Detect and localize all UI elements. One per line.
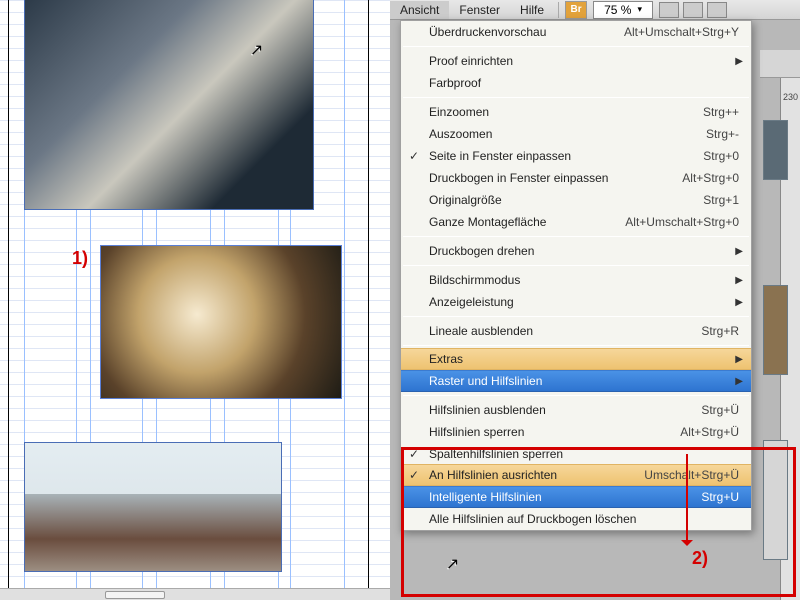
menu-item[interactable]: ÜberdruckenvorschauAlt+Umschalt+Strg+Y	[401, 21, 751, 43]
menu-bar: Ansicht Fenster Hilfe Br 75 %▾	[390, 0, 800, 20]
menu-item[interactable]: Proof einrichten▶	[401, 50, 751, 72]
submenu-arrow-icon: ▶	[735, 376, 743, 387]
view-mode-icon[interactable]	[659, 2, 679, 18]
zoom-field[interactable]: 75 %▾	[593, 1, 653, 19]
placed-image-3[interactable]	[24, 442, 282, 572]
tutorial-highlight-box	[401, 447, 796, 597]
menu-hilfe[interactable]: Hilfe	[510, 1, 554, 19]
menu-fenster[interactable]: Fenster	[449, 1, 510, 19]
menu-item[interactable]: Farbproof	[401, 72, 751, 94]
menu-item[interactable]: Druckbogen in Fenster einpassenAlt+Strg+…	[401, 167, 751, 189]
menu-separator	[558, 2, 559, 18]
menu-item[interactable]: EinzoomenStrg++	[401, 101, 751, 123]
bridge-button[interactable]: Br	[565, 1, 587, 19]
menu-item[interactable]: Ganze MontageflächeAlt+Umschalt+Strg+0	[401, 211, 751, 233]
annotation-1: 1)	[72, 248, 88, 269]
bg-image-thumb-2	[763, 285, 788, 375]
screen-mode-icon[interactable]	[683, 2, 703, 18]
submenu-arrow-icon: ▶	[735, 297, 743, 308]
menu-item[interactable]: Hilfslinien sperrenAlt+Strg+Ü	[401, 421, 751, 443]
menu-item[interactable]: Anzeigeleistung▶	[401, 291, 751, 313]
placed-image-1[interactable]	[24, 0, 314, 210]
bg-image-thumb-1	[763, 120, 788, 180]
annotation-2: 2)	[692, 548, 708, 569]
menu-item[interactable]: OriginalgrößeStrg+1	[401, 189, 751, 211]
menu-item[interactable]: Lineale ausblendenStrg+R	[401, 320, 751, 342]
menu-item[interactable]: Druckbogen drehen▶	[401, 240, 751, 262]
arrange-icon[interactable]	[707, 2, 727, 18]
submenu-arrow-icon: ▶	[735, 275, 743, 286]
control-panel	[760, 50, 800, 78]
submenu-arrow-icon: ▶	[735, 56, 743, 67]
horizontal-scrollbar[interactable]	[0, 588, 390, 600]
tutorial-arrow	[686, 454, 688, 544]
menu-item[interactable]: Seite in Fenster einpassenStrg+0	[401, 145, 751, 167]
submenu-arrow-icon: ▶	[735, 246, 743, 257]
menu-item[interactable]: Extras▶	[401, 348, 751, 370]
menu-ansicht[interactable]: Ansicht	[390, 1, 449, 19]
menu-item[interactable]: Raster und Hilfslinien▶	[401, 370, 751, 392]
placed-image-2[interactable]	[100, 245, 342, 399]
page-edge-right	[368, 0, 369, 600]
menu-item[interactable]: AuszoomenStrg+-	[401, 123, 751, 145]
page-edge-left	[8, 0, 9, 600]
menu-item[interactable]: Bildschirmmodus▶	[401, 269, 751, 291]
menu-item[interactable]: Hilfslinien ausblendenStrg+Ü	[401, 399, 751, 421]
submenu-arrow-icon: ▶	[735, 354, 743, 365]
document-canvas[interactable]: // we'll add baselines via JS below to a…	[0, 0, 390, 600]
